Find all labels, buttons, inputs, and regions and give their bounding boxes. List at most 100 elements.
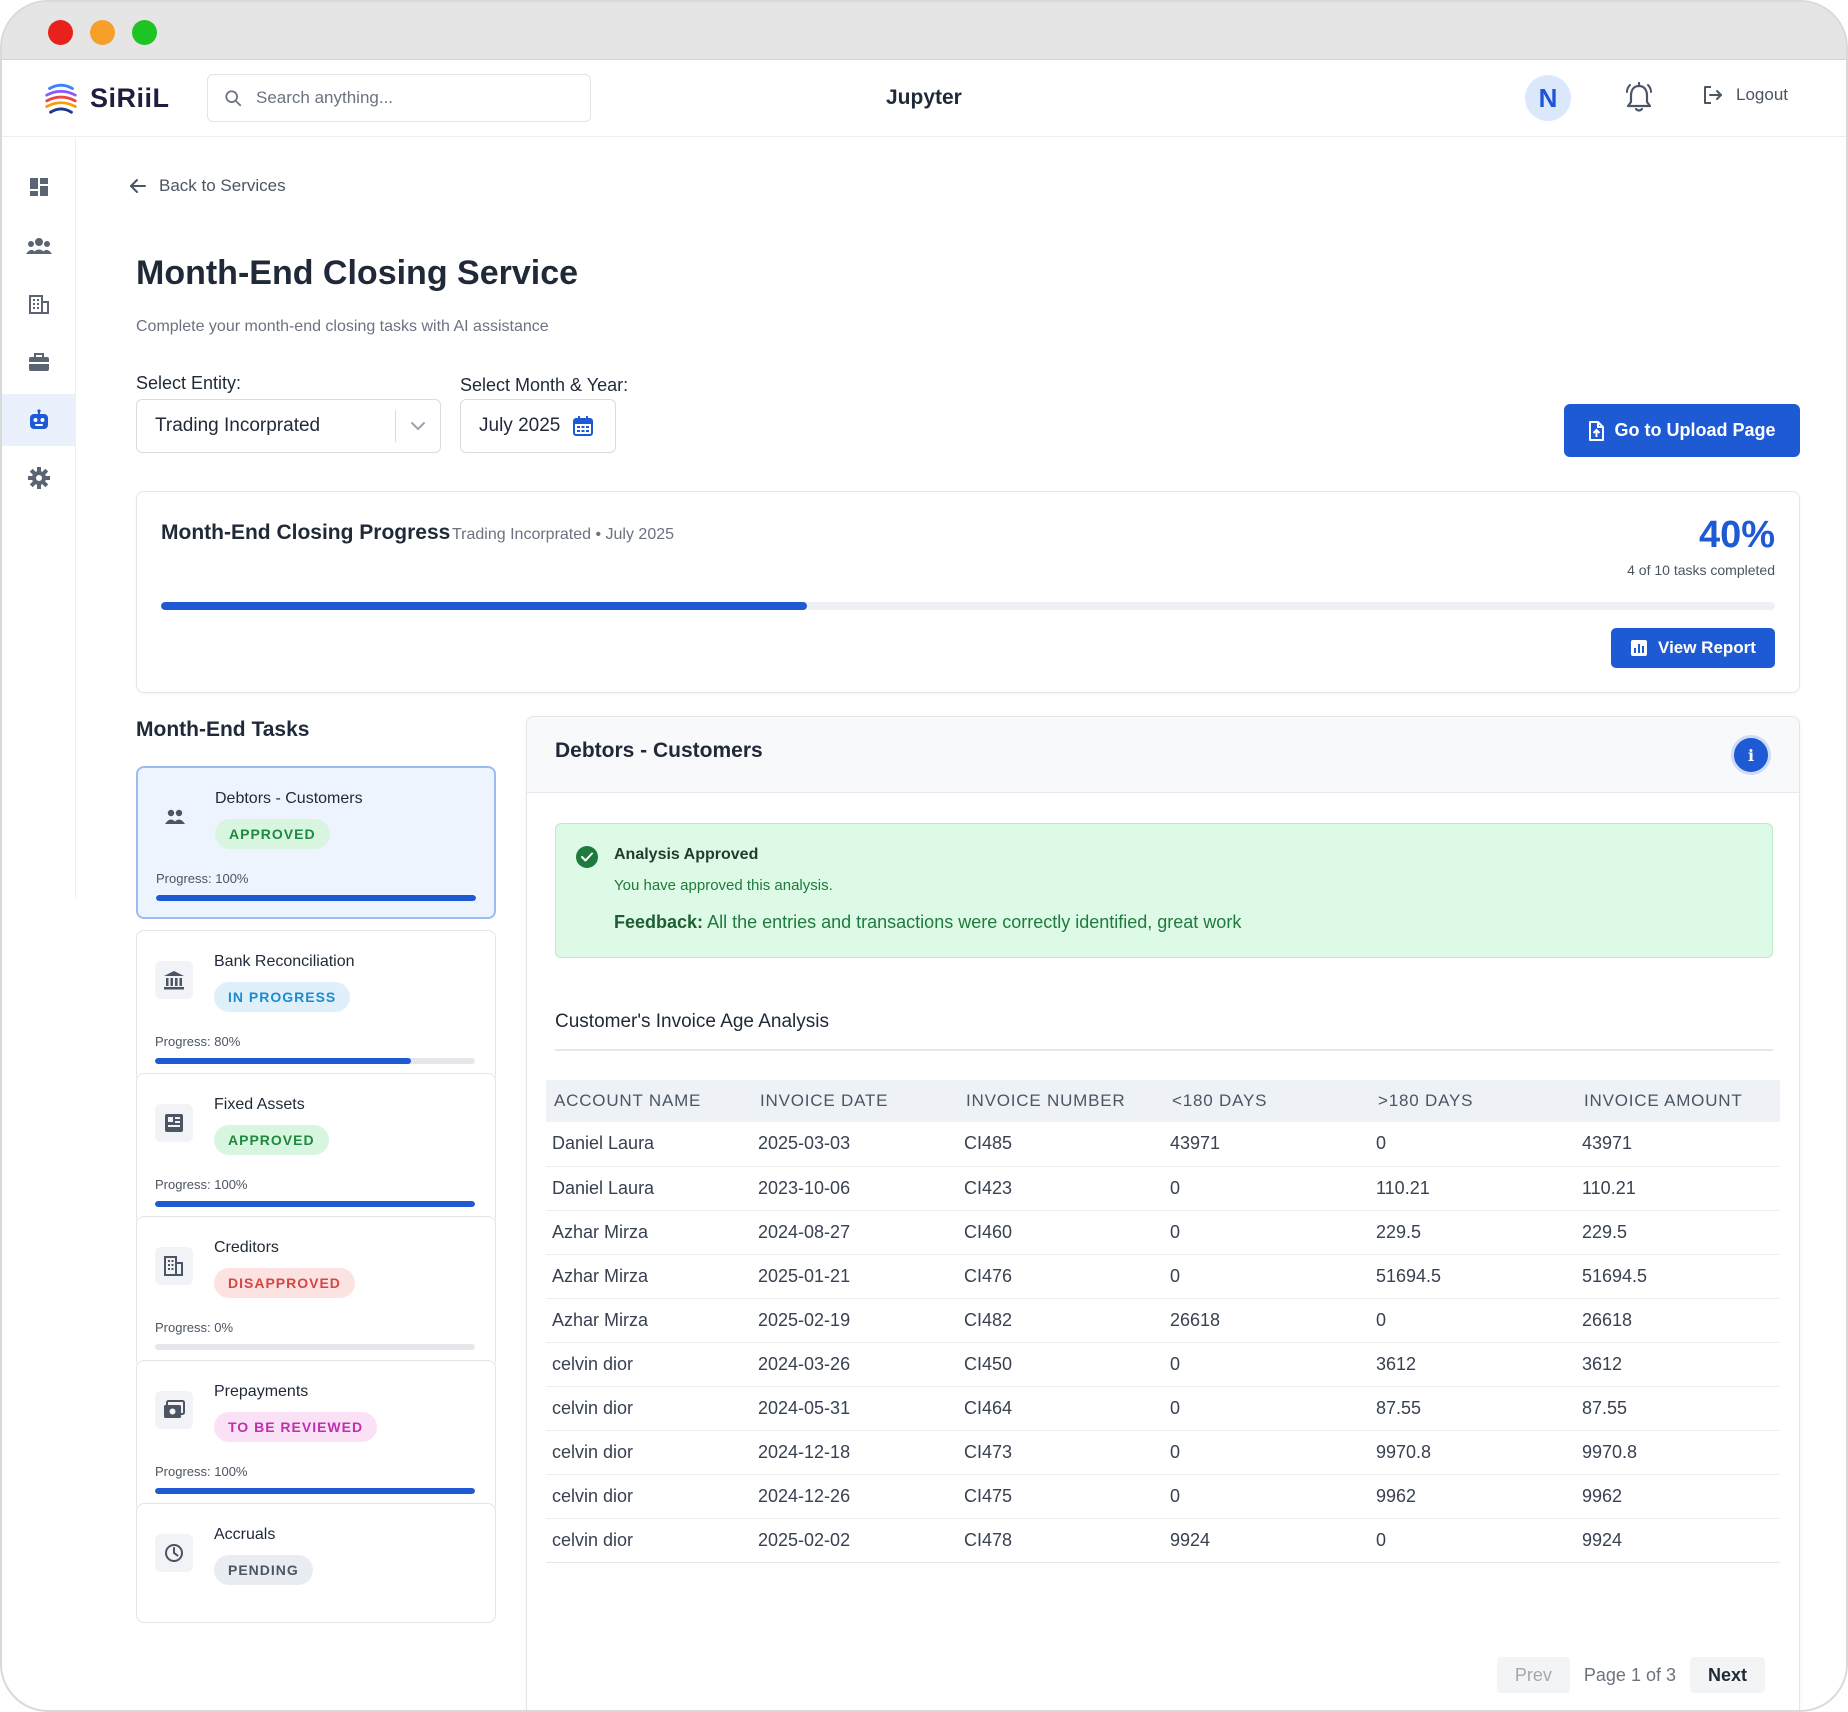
table-cell: CI476 (958, 1254, 1164, 1299)
arrow-left-icon (130, 179, 146, 193)
view-report-label: View Report (1658, 638, 1756, 657)
back-to-services-link[interactable]: Back to Services (129, 176, 286, 196)
table-cell: 0 (1164, 1210, 1370, 1255)
table-cell: 0 (1164, 1474, 1370, 1519)
task-card-fixed-assets[interactable]: Fixed Assets APPROVED Progress: 100% (136, 1073, 496, 1226)
task-card-accruals[interactable]: Accruals PENDING (136, 1503, 496, 1623)
task-detail-panel: Debtors - Customers i Analysis Approved … (526, 716, 1800, 1710)
task-progress-track (156, 895, 476, 901)
task-name: Accruals (214, 1526, 276, 1543)
approved-title: Analysis Approved (614, 846, 759, 863)
table-header-row: ACCOUNT NAME INVOICE DATE INVOICE NUMBER <1… (546, 1080, 1780, 1122)
task-card-creditors[interactable]: Creditors DISAPPROVED Progress: 0% (136, 1216, 496, 1369)
table-cell: 3612 (1370, 1342, 1576, 1387)
go-to-upload-page-button[interactable]: Go to Upload Page (1564, 404, 1800, 457)
page-subtitle: Complete your month-end closing tasks wi… (136, 318, 549, 335)
detail-header: Debtors - Customers i (527, 717, 1799, 793)
task-card-prepayments[interactable]: Prepayments TO BE REVIEWED Progress: 100% (136, 1360, 496, 1513)
table-row[interactable]: Daniel Laura 2025-03-03 CI485 43971 0 43971 (546, 1122, 1780, 1167)
notification-bell-button[interactable] (1619, 78, 1659, 118)
task-progress-track (155, 1488, 475, 1494)
table-cell: 2024-08-27 (752, 1210, 958, 1255)
sidebar-item-companies[interactable] (2, 278, 76, 330)
table-row[interactable]: celvin dior 2024-12-18 CI473 0 9970.8 9970.8 (546, 1430, 1780, 1475)
sidebar (2, 138, 76, 898)
table-cell: CI423 (958, 1166, 1164, 1211)
next-page-button[interactable]: Next (1689, 1657, 1765, 1693)
task-progress-fill (155, 1058, 411, 1064)
table-row[interactable]: Azhar Mirza 2024-08-27 CI460 0 229.5 229.5 (546, 1210, 1780, 1255)
table-cell: 0 (1164, 1386, 1370, 1431)
table-header-cell[interactable]: ACCOUNT NAME (546, 1080, 752, 1122)
entity-select[interactable]: Trading Incorprated (136, 399, 441, 453)
closing-progress-card: Month-End Closing Progress Trading Incor… (136, 491, 1800, 693)
task-status-badge: PENDING (214, 1555, 313, 1585)
logout-button[interactable]: Logout (1702, 84, 1788, 106)
month-picker[interactable]: July 2025 (460, 399, 616, 453)
logout-label: Logout (1736, 85, 1788, 104)
table-header-cell[interactable]: INVOICE NUMBER (958, 1080, 1164, 1122)
task-card-debtors-customers[interactable]: Debtors - Customers APPROVED Progress: 100… (136, 766, 496, 919)
task-name: Debtors - Customers (215, 790, 363, 807)
brand-name: SiRiiL (90, 82, 170, 113)
table-row[interactable]: Azhar Mirza 2025-01-21 CI476 0 51694.5 51694.… (546, 1254, 1780, 1299)
sidebar-item-settings[interactable] (2, 452, 76, 504)
check-circle-icon (576, 846, 598, 868)
table-cell: CI473 (958, 1430, 1164, 1475)
report-icon (1631, 640, 1648, 656)
task-progress-track (155, 1344, 475, 1350)
progress-percent: 40% (1698, 514, 1775, 556)
search-icon (225, 90, 242, 107)
close-window-button[interactable] (48, 20, 73, 45)
sidebar-item-users[interactable] (2, 220, 76, 272)
logout-icon (1704, 86, 1722, 104)
table-row[interactable]: celvin dior 2024-12-26 CI475 0 9962 9962 (546, 1474, 1780, 1519)
table-cell: 51694.5 (1370, 1254, 1576, 1299)
task-progress-label: Progress: 0% (155, 1320, 234, 1335)
search-input[interactable] (256, 88, 576, 108)
building-icon (29, 295, 49, 314)
table-cell: 110.21 (1576, 1166, 1780, 1211)
table-cell: 0 (1164, 1430, 1370, 1475)
table-cell: CI478 (958, 1518, 1164, 1563)
table-row[interactable]: celvin dior 2024-03-26 CI450 0 3612 3612 (546, 1342, 1780, 1387)
table-header-cell[interactable]: <180 DAYS (1164, 1080, 1370, 1122)
brand-logo[interactable]: SiRiiL (42, 78, 170, 118)
user-avatar[interactable]: N (1525, 75, 1571, 121)
table-row[interactable]: Azhar Mirza 2025-02-19 CI482 26618 0 26618 (546, 1298, 1780, 1343)
tasks-title: Month-End Tasks (136, 718, 310, 741)
minimize-window-button[interactable] (90, 20, 115, 45)
table-cell: CI485 (958, 1122, 1164, 1167)
info-button[interactable]: i (1731, 735, 1771, 775)
app-title: Jupyter (886, 86, 962, 109)
table-cell: 0 (1164, 1166, 1370, 1211)
table-header-cell[interactable]: INVOICE DATE (752, 1080, 958, 1122)
prev-page-button[interactable]: Prev (1496, 1657, 1570, 1693)
entity-select-value: Trading Incorprated (155, 415, 321, 436)
task-progress-label: Progress: 100% (155, 1464, 248, 1479)
task-progress-fill (155, 1201, 475, 1207)
sidebar-item-ai-assistant[interactable] (2, 394, 76, 446)
table-row[interactable]: celvin dior 2024-05-31 CI464 0 87.55 87.55 (546, 1386, 1780, 1431)
bell-icon (1626, 82, 1652, 112)
chevron-down-icon[interactable] (396, 421, 440, 431)
sidebar-item-dashboard[interactable] (2, 161, 76, 213)
task-card-bank-reconciliation[interactable]: Bank Reconciliation IN PROGRESS Progress: … (136, 930, 496, 1083)
table-cell: 9924 (1164, 1518, 1370, 1563)
progress-bar-track (161, 602, 1775, 610)
table-cell: 9970.8 (1576, 1430, 1780, 1475)
table-header-cell[interactable]: >180 DAYS (1370, 1080, 1576, 1122)
sidebar-item-services[interactable] (2, 336, 76, 388)
table-cell: 43971 (1576, 1122, 1780, 1167)
task-progress-label: Progress: 100% (156, 871, 249, 886)
table-cell: 87.55 (1370, 1386, 1576, 1431)
table-cell: 2025-02-19 (752, 1298, 958, 1343)
search-box[interactable] (207, 74, 591, 122)
maximize-window-button[interactable] (132, 20, 157, 45)
table-row[interactable]: Daniel Laura 2023-10-06 CI423 0 110.21 110.21 (546, 1166, 1780, 1211)
table-header-cell[interactable]: INVOICE AMOUNT (1576, 1080, 1780, 1122)
view-report-button[interactable]: View Report (1611, 628, 1775, 668)
table-row[interactable]: celvin dior 2025-02-02 CI478 9924 0 9924 (546, 1518, 1780, 1563)
table-cell: 2024-03-26 (752, 1342, 958, 1387)
task-progress-label: Progress: 80% (155, 1034, 241, 1049)
